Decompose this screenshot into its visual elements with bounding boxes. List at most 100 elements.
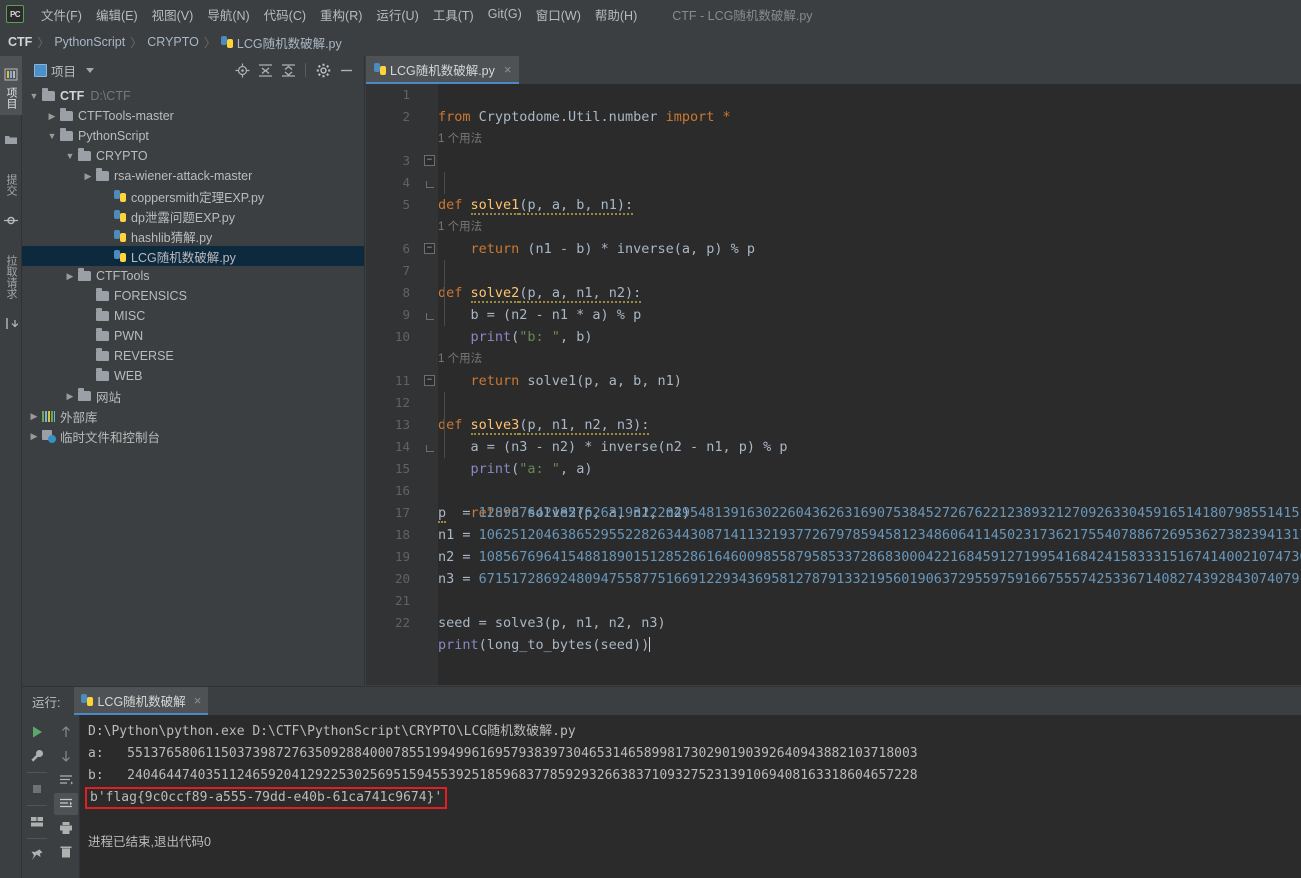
expand-all-button[interactable] bbox=[255, 60, 275, 80]
tree-item-misc[interactable]: MISC bbox=[22, 306, 364, 326]
run-icon bbox=[33, 726, 42, 738]
chevron-right-icon[interactable]: ▶ bbox=[80, 171, 96, 181]
console-output[interactable]: D:\Python\python.exe D:\CTF\PythonScript… bbox=[80, 715, 1301, 878]
breadcrumb-item-crypto[interactable]: CRYPTO bbox=[147, 35, 199, 49]
tree-item-hashlibpy[interactable]: hashlib猜解.py bbox=[22, 226, 364, 246]
locate-file-button[interactable] bbox=[232, 60, 252, 80]
close-icon[interactable]: × bbox=[194, 693, 202, 708]
tree-item-reverse[interactable]: REVERSE bbox=[22, 346, 364, 366]
code-editor[interactable]: 1 from Cryptodome.Util.number import * 2… bbox=[366, 84, 1301, 685]
clear-console-button[interactable] bbox=[54, 841, 78, 863]
breadcrumb-item-ctf[interactable]: CTF bbox=[8, 35, 32, 49]
chevron-right-icon[interactable]: ▶ bbox=[62, 391, 78, 401]
tree-item-[interactable]: ▶ 外部库 bbox=[22, 406, 364, 426]
soft-wrap-button[interactable] bbox=[54, 769, 78, 791]
chevron-right-icon[interactable]: ▶ bbox=[44, 111, 60, 121]
code-line: 12 a = (n3 - n2) * inverse(n2 - n1, p) %… bbox=[366, 392, 1301, 455]
tool-window-project[interactable]: 项目 bbox=[0, 56, 22, 115]
scroll-down-button[interactable] bbox=[54, 745, 78, 767]
hide-panel-button[interactable] bbox=[336, 60, 356, 80]
tree-item-ctftools[interactable]: ▶ CTFTools bbox=[22, 266, 364, 286]
close-icon[interactable]: × bbox=[504, 62, 512, 77]
run-tab-lcg[interactable]: LCG随机数破解 × bbox=[74, 687, 209, 715]
menu-edit[interactable]: 编辑(E) bbox=[89, 2, 145, 27]
pin-icon bbox=[31, 849, 43, 860]
fold-collapse-icon[interactable]: − bbox=[424, 243, 435, 254]
tree-item-crypto[interactable]: ▼ CRYPTO bbox=[22, 146, 364, 166]
chevron-down-icon[interactable]: ▼ bbox=[62, 151, 78, 161]
menu-window[interactable]: 窗口(W) bbox=[529, 2, 588, 27]
edit-configurations-button[interactable] bbox=[25, 745, 49, 767]
usage-hint[interactable]: 1 个用法 bbox=[438, 128, 482, 150]
line-number: 21 bbox=[394, 593, 410, 608]
chevron-right-icon[interactable]: ▶ bbox=[62, 271, 78, 281]
project-tool-window: 项目 ▼ CTF D:\CTF ▶ CTFTools-master ▼ Pyth… bbox=[22, 56, 365, 685]
menu-help[interactable]: 帮助(H) bbox=[588, 2, 644, 27]
chevron-down-icon[interactable]: ▼ bbox=[44, 131, 60, 141]
folder-icon bbox=[60, 108, 73, 121]
code-line: 6 − def solve2(p, a, n1, n2): bbox=[366, 238, 1301, 303]
menu-view[interactable]: 视图(V) bbox=[145, 2, 201, 27]
collapse-all-button[interactable] bbox=[278, 60, 298, 80]
pycharm-window: PC 文件(F) 编辑(E) 视图(V) 导航(N) 代码(C) 重构(R) 运… bbox=[0, 0, 1301, 878]
tree-item-label: coppersmith定理EXP.py bbox=[131, 190, 265, 205]
menu-code[interactable]: 代码(C) bbox=[257, 2, 313, 27]
menu-refactor[interactable]: 重构(R) bbox=[313, 2, 369, 27]
chevron-down-icon[interactable] bbox=[86, 67, 95, 73]
scroll-up-button[interactable] bbox=[54, 721, 78, 743]
layout-settings-button[interactable] bbox=[25, 811, 49, 833]
chevron-down-icon[interactable]: ▼ bbox=[26, 91, 42, 101]
run-tab-label: LCG随机数破解 bbox=[97, 694, 186, 709]
commit-glyph[interactable] bbox=[0, 202, 22, 239]
tool-window-folder[interactable] bbox=[0, 121, 22, 158]
menu-file[interactable]: 文件(F) bbox=[34, 2, 89, 27]
breadcrumb: CTF 〉 PythonScript 〉 CRYPTO 〉 LCG随机数破解.p… bbox=[0, 28, 1301, 56]
stop-button[interactable] bbox=[25, 778, 49, 800]
line-number: 19 bbox=[394, 549, 410, 564]
run-actions-toolbar bbox=[22, 715, 52, 878]
text-caret bbox=[649, 637, 651, 652]
tree-item-coppersmithexppy[interactable]: coppersmith定理EXP.py bbox=[22, 186, 364, 206]
print-button[interactable] bbox=[54, 817, 78, 839]
tree-item-dpexppy[interactable]: dp泄露问题EXP.py bbox=[22, 206, 364, 226]
menu-git[interactable]: Git(G) bbox=[481, 4, 529, 24]
fold-collapse-icon[interactable]: − bbox=[424, 155, 435, 166]
menu-run[interactable]: 运行(U) bbox=[369, 2, 425, 27]
tree-item-web[interactable]: WEB bbox=[22, 366, 364, 386]
pull-request-glyph[interactable] bbox=[0, 305, 22, 342]
usage-hint[interactable]: 1 个用法 bbox=[438, 348, 482, 370]
menu-navigate[interactable]: 导航(N) bbox=[200, 2, 256, 27]
fold-end-icon bbox=[426, 181, 434, 188]
scroll-to-end-button[interactable] bbox=[53, 793, 78, 815]
menu-tools[interactable]: 工具(T) bbox=[426, 2, 481, 27]
folder-icon bbox=[78, 388, 91, 401]
breadcrumb-item-pythonscript[interactable]: PythonScript bbox=[54, 35, 125, 49]
line-number: 11 bbox=[394, 373, 410, 388]
code-line: 17 n1 = 10625120463865295522826344308714… bbox=[366, 502, 1301, 543]
tree-item-[interactable]: ▶ 网站 bbox=[22, 386, 364, 406]
rerun-button[interactable] bbox=[25, 721, 49, 743]
chevron-right-icon[interactable]: ▶ bbox=[26, 431, 42, 441]
tree-item-lcgpy[interactable]: LCG随机数破解.py bbox=[22, 246, 364, 266]
chevron-right-icon[interactable]: ▶ bbox=[26, 411, 42, 421]
tree-item-forensics[interactable]: FORENSICS bbox=[22, 286, 364, 306]
tree-item-ctftoolsmaster[interactable]: ▶ CTFTools-master bbox=[22, 106, 364, 126]
tree-item-ctf[interactable]: ▼ CTF D:\CTF bbox=[22, 86, 364, 106]
tree-item-[interactable]: ▶ 临时文件和控制台 bbox=[22, 426, 364, 446]
line-number: 1 bbox=[402, 87, 410, 102]
tool-window-commit[interactable]: 提交 bbox=[0, 168, 22, 202]
tree-item-pythonscript[interactable]: ▼ PythonScript bbox=[22, 126, 364, 146]
pull-request-icon bbox=[6, 318, 18, 329]
line-number: 10 bbox=[394, 329, 410, 344]
editor-tab-lcg[interactable]: LCG随机数破解.py × bbox=[366, 56, 520, 84]
breadcrumb-item-file[interactable]: LCG随机数破解.py bbox=[237, 33, 342, 52]
expand-all-icon bbox=[258, 63, 272, 77]
project-settings-button[interactable] bbox=[313, 60, 333, 80]
tree-item-pwn[interactable]: PWN bbox=[22, 326, 364, 346]
line-number: 18 bbox=[394, 527, 410, 542]
pin-tab-button[interactable] bbox=[25, 844, 49, 866]
fold-collapse-icon[interactable]: − bbox=[424, 375, 435, 386]
usage-hint[interactable]: 1 个用法 bbox=[438, 216, 482, 238]
tool-window-pull-requests[interactable]: 拉取请求 bbox=[0, 249, 22, 305]
tree-item-rsawienerattackmaster[interactable]: ▶ rsa-wiener-attack-master bbox=[22, 166, 364, 186]
